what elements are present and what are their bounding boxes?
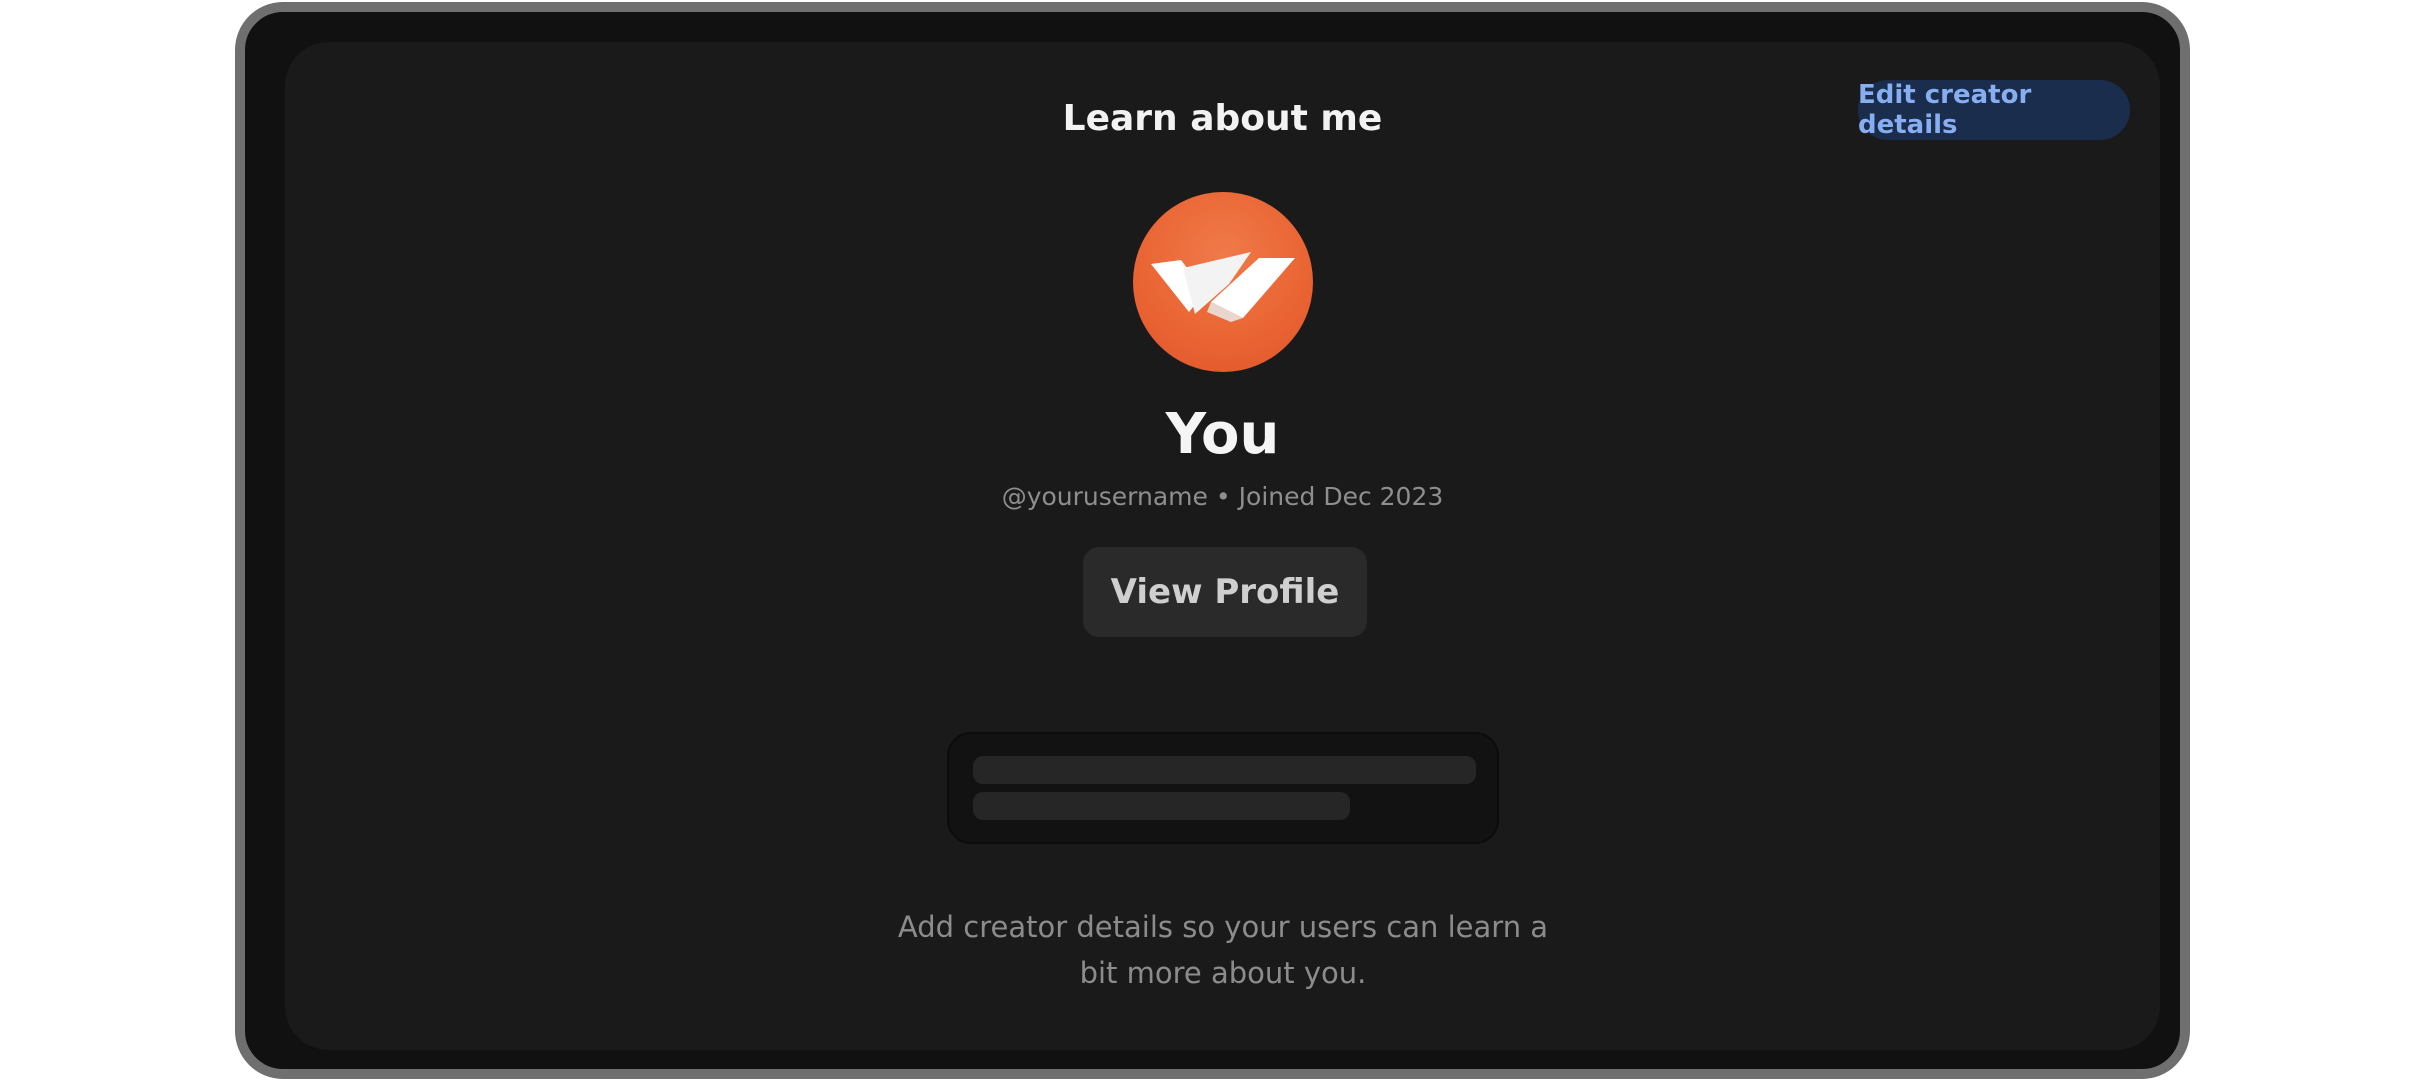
- edit-creator-details-button[interactable]: Edit creator details: [1858, 80, 2130, 140]
- placeholder-line: [973, 792, 1350, 820]
- device-frame: Learn about me Edit creator details You …: [235, 2, 2190, 1079]
- empty-details-hint: Add creator details so your users can le…: [897, 910, 1549, 990]
- profile-joined-date: Joined Dec 2023: [1238, 482, 1444, 511]
- view-profile-button[interactable]: View Profile: [1083, 547, 1367, 637]
- creator-details-panel: Learn about me Edit creator details You …: [285, 42, 2160, 1050]
- profile-meta: @yourusername • Joined Dec 2023: [285, 482, 2160, 511]
- avatar: [1133, 192, 1313, 372]
- profile-name: You: [1165, 402, 1280, 467]
- details-placeholder: [947, 732, 1499, 844]
- brand-logo-icon: [1151, 252, 1295, 322]
- meta-separator: •: [1215, 482, 1231, 511]
- placeholder-line: [973, 756, 1476, 784]
- profile-username: @yourusername: [1001, 482, 1208, 511]
